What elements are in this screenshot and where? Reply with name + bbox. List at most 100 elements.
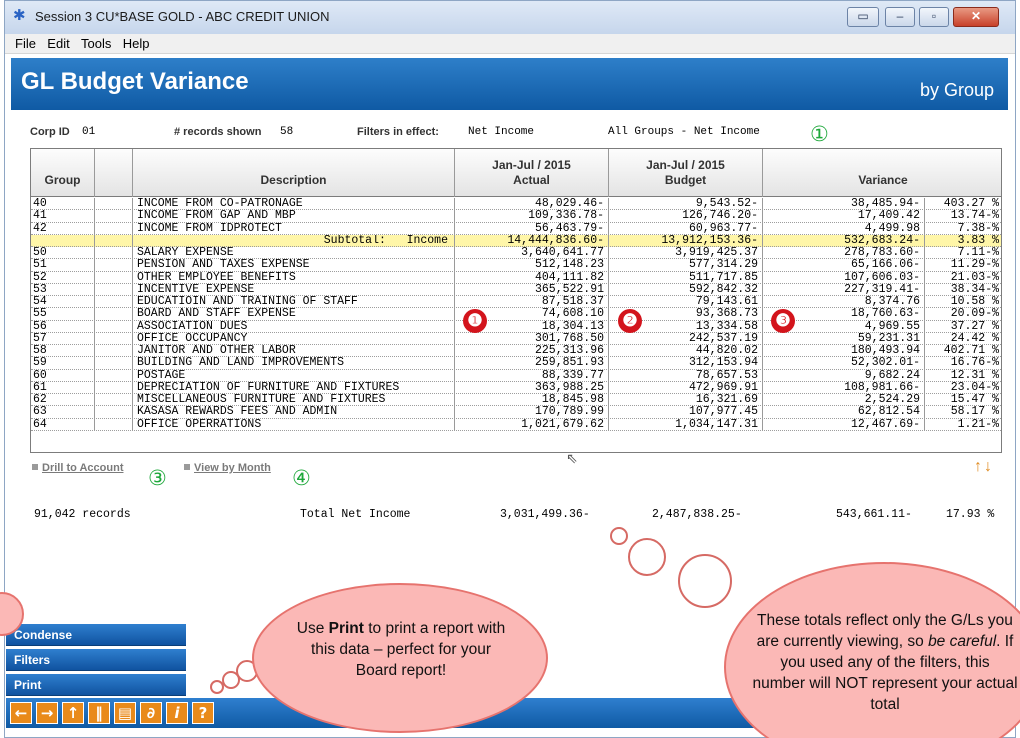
cell-group: 41 (31, 210, 95, 223)
cell-variance-pct: 23.04-% (950, 381, 999, 394)
cell-variance-pct: 13.74-% (950, 210, 999, 223)
cell-variance-pct: 11.29-% (950, 259, 999, 272)
cell-actual: 18,845.98 (455, 394, 609, 406)
page-title: GL Budget Variance (21, 68, 249, 95)
cell-blank (95, 247, 133, 259)
page-down-icon[interactable]: ↓ (984, 458, 994, 475)
col-header-budget[interactable]: Jan-Jul / 2015 Budget (609, 149, 763, 197)
cell-group: 61 (31, 381, 95, 394)
cell-blank (95, 406, 133, 419)
annotation-green-1: ① (810, 122, 829, 146)
help-icon[interactable]: ? (192, 702, 214, 724)
cell-budget: 9,543.52- (609, 198, 763, 210)
menu-file[interactable]: File (15, 34, 36, 51)
info-icon[interactable]: i (166, 702, 188, 724)
menu-edit[interactable]: Edit (47, 34, 69, 51)
cell-blank (95, 234, 133, 247)
cell-variance-pct: 12.31 % (950, 369, 999, 382)
col-header-variance[interactable]: Variance (763, 149, 1001, 197)
table-row[interactable]: 58 JANITOR AND OTHER LABOR 225,313.96 44,82… (31, 345, 1001, 358)
table-row[interactable]: 54 EDUCATIOIN AND TRAINING OF STAFF 87,518… (31, 296, 1001, 309)
cell-description: OFFICE OCCUPANCY (133, 332, 455, 345)
cell-group: 63 (31, 406, 95, 419)
cell-variance: 38,485.94- (763, 198, 925, 210)
up-icon[interactable]: ↑ (62, 702, 84, 724)
print-icon[interactable]: ▤ (114, 702, 136, 724)
table-row[interactable]: 40 INCOME FROM CO-PATRONAGE 48,029.46- 9,54… (31, 198, 1001, 211)
print-callout-text: Use Print to print a report with this da… (296, 620, 506, 679)
records-shown-label: # records shown (174, 126, 262, 138)
cell-description: OTHER EMPLOYEE BENEFITS (133, 271, 455, 284)
cell-blank (95, 332, 133, 345)
records-shown-value: 58 (280, 126, 294, 138)
table-row[interactable]: 52 OTHER EMPLOYEE BENEFITS 404,111.82 511,7… (31, 271, 1001, 284)
totals-row: 91,042 records Total Net Income 3,031,49… (30, 508, 1000, 522)
table-row[interactable]: 53 INCENTIVE EXPENSE 365,522.91 592,842.32 2… (31, 283, 1001, 296)
table-row[interactable]: 59 BUILDING AND LAND IMPROVEMENTS 259,851.… (31, 357, 1001, 370)
cell-budget: 312,153.94 (609, 357, 763, 370)
cell-description: KASASA REWARDS FEES AND ADMIN (133, 406, 455, 419)
back-icon[interactable]: ← (10, 702, 32, 724)
subtotal-row[interactable]: Subtotal: Income 14,444,836.60- 13,912,153… (31, 234, 1001, 247)
maximize-button[interactable]: ▫ (919, 7, 949, 27)
table-row[interactable]: 41 INCOME FROM GAP AND MBP 109,336.78- 126,… (31, 210, 1001, 223)
total-records: 91,042 records (34, 508, 131, 521)
cell-variance-pct: 37.27 % (950, 320, 999, 333)
annotation-red-3: ❸ (771, 309, 795, 333)
filters-label: Filters in effect: (357, 126, 439, 138)
view-by-month-link[interactable]: View by Month (184, 462, 271, 474)
info-bar: Corp ID 01 # records shown 58 Filters in… (30, 126, 1000, 142)
table-row[interactable]: 42 INCOME FROM IDPROTECT 56,463.79- 60,963.… (31, 222, 1001, 235)
cell-actual: 404,111.82 (455, 271, 609, 284)
cell-variance: 9,682.24 (763, 369, 925, 382)
cell-blank (95, 345, 133, 357)
cell-group: 52 (31, 271, 95, 284)
cell-budget: 592,842.32 (609, 283, 763, 296)
cell-actual: 56,463.79- (455, 222, 609, 235)
col-header-actual[interactable]: Jan-Jul / 2015 Actual (455, 149, 609, 197)
cell-description: BUILDING AND LAND IMPROVEMENTS (133, 357, 455, 370)
table-row[interactable]: 56 ASSOCIATION DUES 18,304.13 13,334.58 4,96… (31, 320, 1001, 333)
table-row[interactable]: 63 KASASA REWARDS FEES AND ADMIN 170,789.9… (31, 406, 1001, 419)
minimize-button[interactable]: – (885, 7, 915, 27)
table-row[interactable]: 61 DEPRECIATION OF FURNITURE AND FIXTURES… (31, 381, 1001, 394)
table-row[interactable]: 64 OFFICE OPERRATIONS 1,021,679.62 1,034,14… (31, 418, 1001, 431)
link-icon[interactable]: ∂ (140, 702, 162, 724)
close-button[interactable]: ✕ (953, 7, 999, 27)
cell-variance-pct: 21.03-% (950, 271, 999, 284)
cell-blank (95, 369, 133, 382)
drill-to-account-link[interactable]: Drill to Account (32, 462, 123, 474)
cell-group: 54 (31, 296, 95, 308)
restore-icon[interactable]: ▭ (847, 7, 879, 27)
cell-group: 64 (31, 418, 95, 431)
table-row[interactable]: 50 SALARY EXPENSE 3,640,641.77 3,919,425.37… (31, 247, 1001, 260)
condense-button[interactable]: Condense (6, 624, 186, 646)
menu-help[interactable]: Help (123, 34, 150, 51)
page-up-icon[interactable]: ↑ (974, 458, 984, 475)
table-row[interactable]: 55 BOARD AND STAFF EXPENSE 74,608.10 93,368… (31, 308, 1001, 321)
table-row[interactable]: 62 MISCELLANEOUS FURNITURE AND FIXTURES 18… (31, 394, 1001, 407)
forward-icon[interactable]: → (36, 702, 58, 724)
cell-blank (95, 296, 133, 308)
cell-blank (95, 381, 133, 394)
callout-tail-bubble (628, 538, 666, 576)
col-header-description[interactable]: Description (133, 149, 455, 197)
col-header-group[interactable]: Group (31, 149, 95, 197)
cell-actual: 301,768.50 (455, 332, 609, 345)
totals-callout-text: These totals reflect only the G/Ls you a… (752, 612, 1018, 713)
menu-tools[interactable]: Tools (81, 34, 111, 51)
table-row[interactable]: 51 PENSION AND TAXES EXPENSE 512,148.23 577… (31, 259, 1001, 272)
print-button[interactable]: Print (6, 674, 186, 696)
pause-icon[interactable]: ‖ (88, 702, 110, 724)
cell-variance: 180,493.94 (763, 345, 925, 357)
cell-group: 57 (31, 332, 95, 345)
cell-blank (95, 320, 133, 333)
cell-blank (95, 394, 133, 406)
table-row[interactable]: 57 OFFICE OCCUPANCY 301,768.50 242,537.19 59… (31, 332, 1001, 345)
cell-group: 56 (31, 320, 95, 333)
filters-button[interactable]: Filters (6, 649, 186, 671)
filter-net-income: Net Income (468, 126, 535, 138)
cell-variance: 532,683.24- (763, 234, 925, 247)
table-row[interactable]: 60 POSTAGE 88,339.77 78,657.53 9,682.24 12.31… (31, 369, 1001, 382)
cell-variance-pct: 10.58 % (950, 296, 999, 308)
